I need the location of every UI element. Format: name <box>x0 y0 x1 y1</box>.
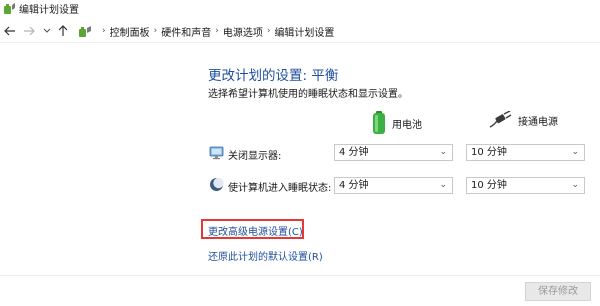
battery-icon <box>373 111 385 134</box>
sleep-plugged-select[interactable]: 10 分钟 ⌄ <box>466 177 585 194</box>
address-bar[interactable]: › 控制面板 › 硬件和声音 › 电源选项 › 编辑计划设置 <box>78 23 598 39</box>
footer-divider <box>0 275 600 276</box>
turn-off-display-battery-select[interactable]: 4 分钟 ⌄ <box>334 144 453 161</box>
page-subtitle: 选择希望计算机使用的睡眠状态和显示设置。 <box>208 89 408 100</box>
forward-arrow-icon[interactable] <box>22 23 36 39</box>
sleep-moon-icon <box>210 177 224 191</box>
turn-off-display-plugged-select[interactable]: 10 分钟 ⌄ <box>466 144 585 161</box>
power-options-icon <box>79 26 91 37</box>
power-options-icon <box>4 3 15 14</box>
breadcrumb-separator-icon: › <box>215 26 219 36</box>
column-header-plugged-in: 接通电源 <box>488 111 558 129</box>
save-changes-button[interactable]: 保存修改 <box>525 282 591 301</box>
monitor-icon <box>209 146 224 160</box>
navigation-bar: › 控制面板 › 硬件和声音 › 电源选项 › 编辑计划设置 <box>0 22 600 43</box>
breadcrumb-edit-plan-settings[interactable]: 编辑计划设置 <box>274 24 334 39</box>
chevron-down-icon: ⌄ <box>571 147 579 157</box>
select-value: 4 分钟 <box>339 147 369 158</box>
up-arrow-icon[interactable] <box>56 23 70 39</box>
sleep-battery-select[interactable]: 4 分钟 ⌄ <box>334 177 453 194</box>
breadcrumb-hardware-and-sound[interactable]: 硬件和声音 <box>161 24 211 39</box>
select-value: 4 分钟 <box>339 180 369 191</box>
breadcrumb-power-options[interactable]: 电源选项 <box>223 24 263 39</box>
breadcrumb-separator-icon: › <box>266 26 271 36</box>
column-header-battery: 用电池 <box>372 111 422 135</box>
window-title: 编辑计划设置 <box>19 5 79 16</box>
setting-label-sleep: 使计算机进入睡眠状态: <box>228 183 332 194</box>
restore-default-settings-link[interactable]: 还原此计划的默认设置(R) <box>208 248 323 263</box>
page-title: 更改计划的设置: 平衡 <box>208 68 339 84</box>
power-plug-icon <box>489 111 512 128</box>
title-bar: 编辑计划设置 <box>0 0 600 16</box>
breadcrumb-separator-icon: › <box>102 26 106 36</box>
column-label-battery: 用电池 <box>392 119 422 131</box>
back-arrow-icon[interactable] <box>3 23 17 39</box>
breadcrumb-separator-icon: › <box>153 26 158 36</box>
recent-locations-chevron-icon[interactable] <box>40 23 54 39</box>
chevron-down-icon: ⌄ <box>439 180 447 190</box>
change-advanced-power-settings-link[interactable]: 更改高级电源设置(C) <box>208 223 303 238</box>
chevron-down-icon: ⌄ <box>439 147 447 157</box>
edit-plan-settings-window: 编辑计划设置 › 控制面板 › 硬件和声音 › 电源选项 › 编辑计划设置 更改… <box>0 0 600 306</box>
select-value: 10 分钟 <box>471 180 507 191</box>
chevron-down-icon: ⌄ <box>571 180 579 190</box>
breadcrumb-control-panel[interactable]: 控制面板 <box>110 24 150 39</box>
select-value: 10 分钟 <box>471 147 507 158</box>
column-label-plugged-in: 接通电源 <box>518 116 558 128</box>
setting-label-turn-off-display: 关闭显示器: <box>228 151 282 162</box>
